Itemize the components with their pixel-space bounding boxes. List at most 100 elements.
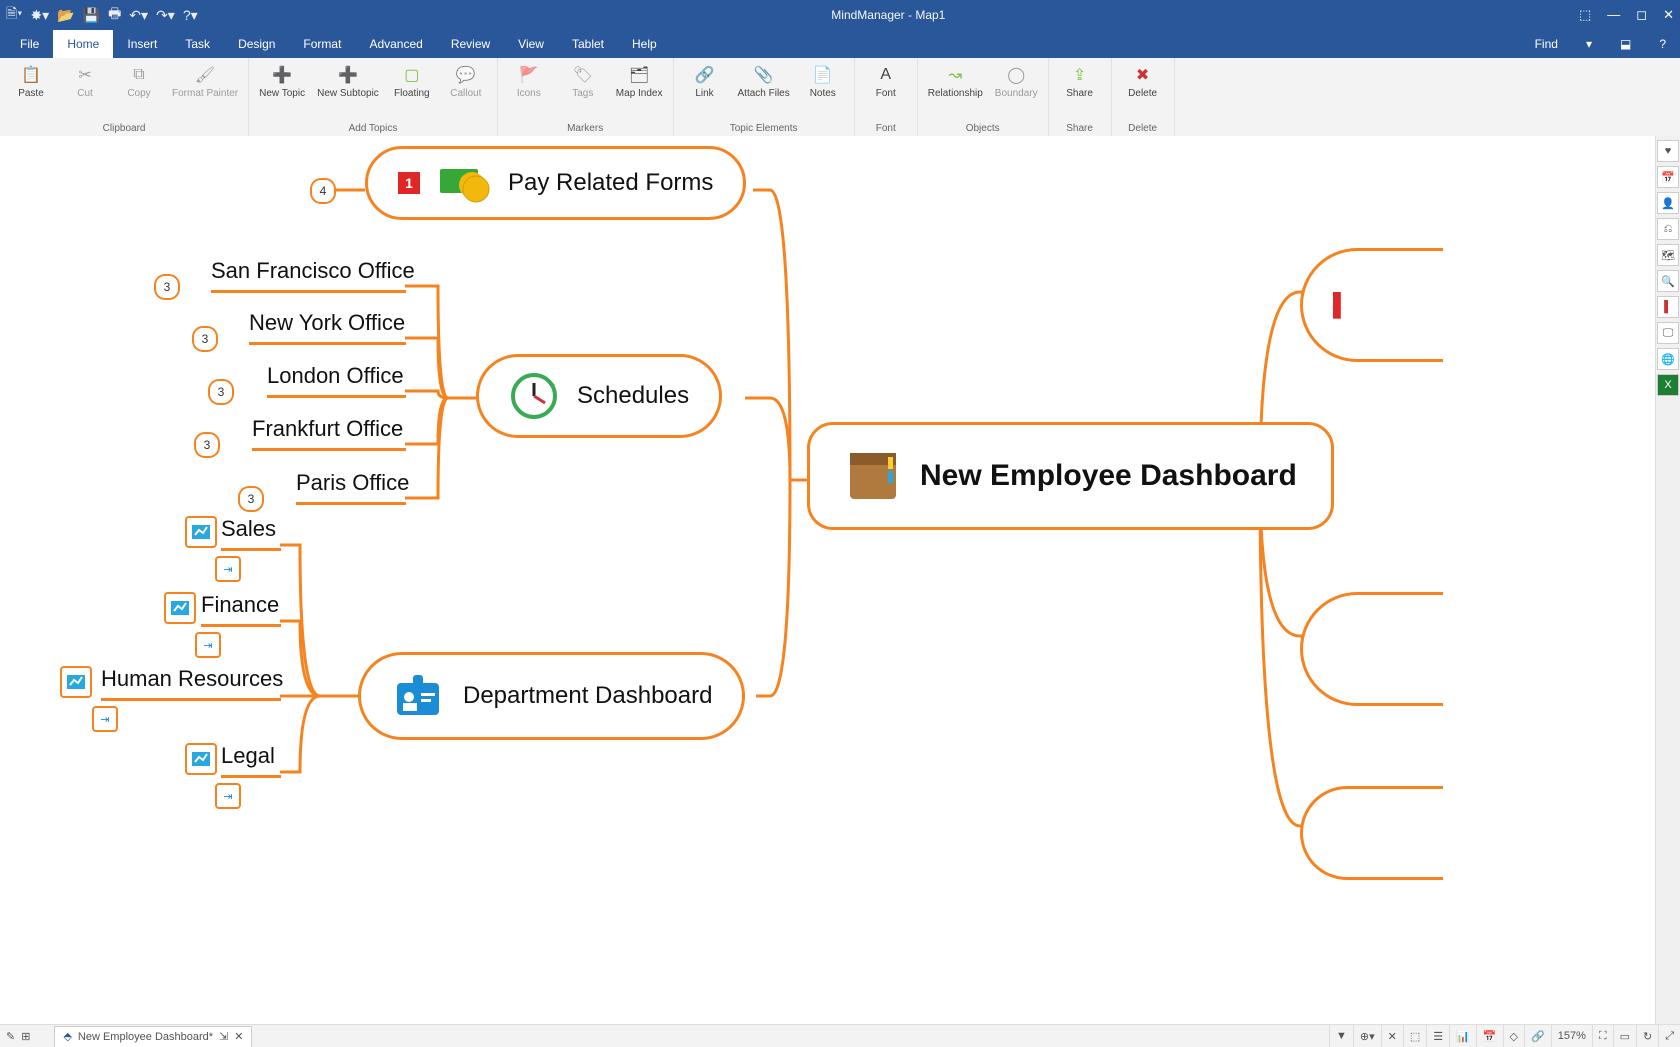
tab-view[interactable]: View: [504, 30, 558, 58]
lock-icon[interactable]: ⊞: [21, 1030, 30, 1043]
child-count-ny[interactable]: 3: [192, 326, 218, 352]
format-painter-button[interactable]: 🖌Format Painter: [168, 62, 242, 101]
view-map-icon[interactable]: ⬚: [1403, 1025, 1426, 1047]
collapse-ribbon-icon[interactable]: ⬓: [1606, 30, 1645, 58]
new-subtopic-button[interactable]: ➕New Subtopic: [313, 62, 383, 101]
gear-icon[interactable]: ✸▾: [30, 7, 49, 24]
open-icon[interactable]: 📂: [57, 7, 74, 24]
view-schedule-icon[interactable]: 📅: [1476, 1025, 1503, 1047]
topic-dept-dashboard[interactable]: Department Dashboard: [358, 652, 745, 740]
tab-home[interactable]: Home: [53, 30, 113, 58]
ribbon-options-icon[interactable]: ▾: [1572, 30, 1606, 58]
floating-button[interactable]: ▢Floating: [387, 62, 437, 101]
office-frankfurt[interactable]: Frankfurt Office: [252, 416, 403, 442]
hyperlink-icon-hr[interactable]: ⇥: [92, 706, 118, 732]
tab-format[interactable]: Format: [289, 30, 355, 58]
boundary-button[interactable]: ◯Boundary: [991, 62, 1042, 101]
office-paris[interactable]: Paris Office: [296, 470, 409, 496]
sync-icon[interactable]: ↻: [1636, 1025, 1658, 1047]
close-icon[interactable]: ✕: [1663, 7, 1674, 23]
presentation-icon[interactable]: ▭: [1613, 1025, 1636, 1047]
hyperlink-icon-legal[interactable]: ⇥: [215, 783, 241, 809]
icons-button[interactable]: 🚩Icons: [504, 62, 554, 101]
dept-hr[interactable]: Human Resources: [101, 666, 283, 692]
help-pane-icon[interactable]: ?: [1645, 30, 1680, 58]
sidebar-map-icon[interactable]: 🗺: [1657, 244, 1679, 266]
view-gantt-icon[interactable]: 📊: [1449, 1025, 1476, 1047]
dashboard-link-icon-legal[interactable]: [185, 743, 217, 775]
tab-design[interactable]: Design: [224, 30, 289, 58]
tab-task[interactable]: Task: [171, 30, 224, 58]
save-icon[interactable]: 💾: [83, 7, 100, 24]
office-sf[interactable]: San Francisco Office: [211, 258, 415, 284]
sidebar-excel-icon[interactable]: X: [1657, 374, 1679, 396]
doc-close-icon[interactable]: ✕: [234, 1030, 243, 1043]
attach-button[interactable]: 📎Attach Files: [734, 62, 794, 101]
hyperlink-icon-sales[interactable]: ⇥: [215, 556, 241, 582]
canvas[interactable]: New Employee Dashboard 1 Pay Related For…: [0, 136, 1656, 1025]
dashboard-link-icon-hr[interactable]: [60, 666, 92, 698]
tab-help[interactable]: Help: [618, 30, 671, 58]
zoom-fit-icon[interactable]: ⊕▾: [1353, 1025, 1381, 1047]
tab-advanced[interactable]: Advanced: [355, 30, 436, 58]
sidebar-mytasks-icon[interactable]: ♥: [1657, 140, 1679, 162]
new-doc-icon[interactable]: 🗎▾: [6, 3, 22, 27]
view-icon-icon[interactable]: ◇: [1503, 1025, 1524, 1047]
cut-button[interactable]: ✂Cut: [60, 62, 110, 101]
tab-file[interactable]: File: [6, 30, 53, 58]
doc-options-icon[interactable]: ⇲: [219, 1030, 228, 1043]
callout-button[interactable]: 💬Callout: [441, 62, 491, 101]
expand-icon[interactable]: ✕: [1381, 1025, 1403, 1047]
undo-icon[interactable]: ↶▾: [129, 7, 148, 24]
document-tab[interactable]: ⬘ New Employee Dashboard* ⇲ ✕: [54, 1026, 252, 1047]
sidebar-web-icon[interactable]: 🌐: [1657, 348, 1679, 370]
notes-button[interactable]: 📄Notes: [798, 62, 848, 101]
fit-window-icon[interactable]: ⛶: [1592, 1025, 1613, 1047]
tab-tablet[interactable]: Tablet: [558, 30, 618, 58]
topic-schedules[interactable]: Schedules: [476, 354, 722, 438]
central-topic[interactable]: New Employee Dashboard: [807, 422, 1334, 530]
maximize-icon[interactable]: ◻: [1636, 7, 1647, 23]
hyperlink-icon-finance[interactable]: ⇥: [195, 632, 221, 658]
link-button[interactable]: 🔗Link: [680, 62, 730, 101]
find-button[interactable]: Find: [1521, 30, 1572, 58]
view-linked-icon[interactable]: 🔗: [1524, 1025, 1551, 1047]
ribbon-toggle-icon[interactable]: ⬚: [1579, 7, 1591, 23]
dept-sales[interactable]: Sales: [221, 516, 276, 542]
topic-right-3[interactable]: [1300, 786, 1443, 880]
sidebar-calendar-icon[interactable]: 📅: [1657, 166, 1679, 188]
new-topic-button[interactable]: ➕New Topic: [255, 62, 309, 101]
sidebar-branch-icon[interactable]: ⎌: [1657, 218, 1679, 240]
zoom-level[interactable]: 157%: [1551, 1025, 1592, 1047]
topic-right-1[interactable]: ▌: [1300, 248, 1443, 362]
paste-button[interactable]: 📋Paste: [6, 62, 56, 101]
dashboard-link-icon-finance[interactable]: [164, 592, 196, 624]
filter-icon[interactable]: ▼: [1329, 1025, 1353, 1047]
minimize-icon[interactable]: —: [1607, 7, 1620, 23]
sidebar-search-icon[interactable]: 🔍: [1657, 270, 1679, 292]
dept-finance[interactable]: Finance: [201, 592, 279, 618]
print-icon[interactable]: 🖶: [108, 3, 121, 27]
topic-pay-forms[interactable]: 1 Pay Related Forms: [365, 146, 746, 220]
view-outline-icon[interactable]: ☰: [1426, 1025, 1449, 1047]
fullscreen-icon[interactable]: ⤢: [1658, 1025, 1680, 1047]
topic-right-2[interactable]: [1300, 592, 1443, 706]
dept-legal[interactable]: Legal: [221, 743, 275, 769]
tab-review[interactable]: Review: [437, 30, 504, 58]
redo-icon[interactable]: ↷▾: [156, 7, 175, 24]
dashboard-link-icon-sales[interactable]: [185, 516, 217, 548]
office-ny[interactable]: New York Office: [249, 310, 405, 336]
share-button[interactable]: ⇪Share: [1055, 62, 1105, 101]
help-icon[interactable]: ?▾: [183, 7, 198, 24]
child-count-pay[interactable]: 4: [310, 178, 336, 204]
child-count-frankfurt[interactable]: 3: [194, 432, 220, 458]
copy-button[interactable]: ⧉Copy: [114, 62, 164, 101]
sidebar-browser-icon[interactable]: 🖵: [1657, 322, 1679, 344]
child-count-paris[interactable]: 3: [238, 486, 264, 512]
font-button[interactable]: AFont: [861, 62, 911, 101]
tab-insert[interactable]: Insert: [113, 30, 171, 58]
sidebar-red-icon[interactable]: ▌: [1657, 296, 1679, 318]
sidebar-user-icon[interactable]: 👤: [1657, 192, 1679, 214]
child-count-london[interactable]: 3: [208, 379, 234, 405]
map-index-button[interactable]: 🗂Map Index: [612, 62, 667, 101]
